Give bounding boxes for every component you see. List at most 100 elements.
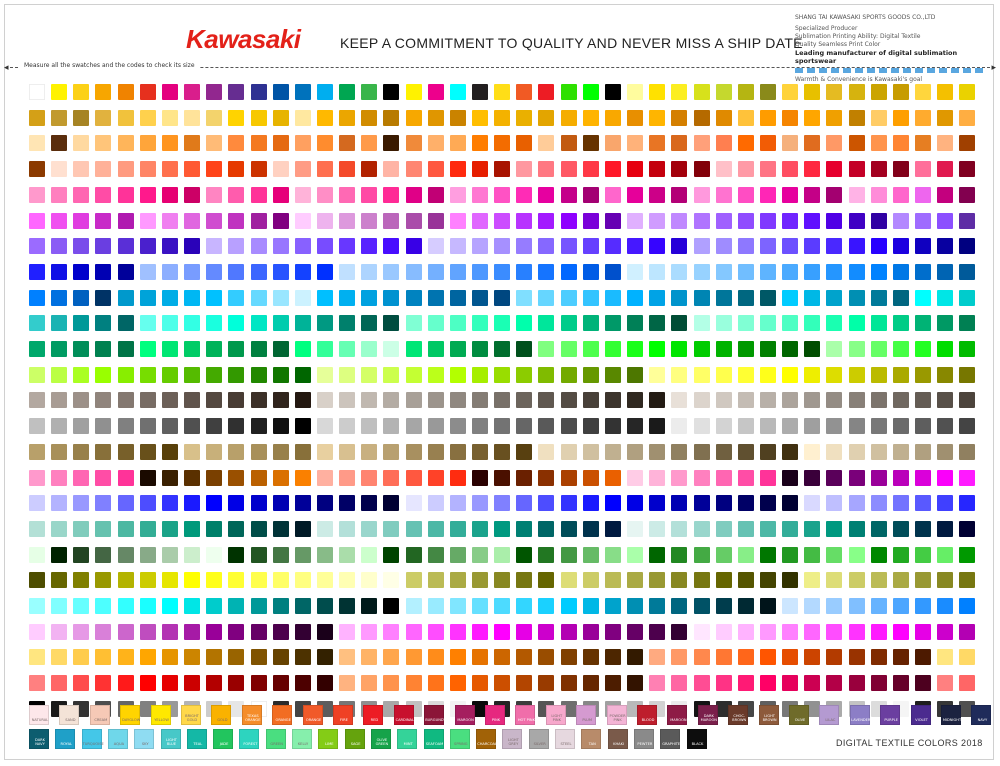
footer-title: DIGITAL TEXTILE COLORS 2018 (836, 738, 983, 748)
legend-swatch: SKY (134, 729, 155, 749)
legend-label: BRIGHT GOLD (185, 714, 199, 722)
legend-swatch: KHAKI (607, 729, 628, 749)
legend-swatch: BLOOD (637, 705, 657, 725)
legend-label: TAN (588, 742, 596, 746)
legend-label: TEAL (193, 742, 203, 746)
legend-swatch: CHARCOAL (476, 729, 497, 749)
legend-swatch: ROYAL (55, 729, 76, 749)
legend-swatch: MAROON (667, 705, 688, 725)
legend-swatch: TURQUOISE (81, 729, 104, 749)
legend-swatch: TAN (581, 729, 602, 749)
legend-swatch: NATURAL (29, 705, 49, 725)
legend-label: POWDER PINK (609, 714, 626, 722)
legend-label: YELLOW (154, 718, 169, 722)
legend-label: STEEL (560, 742, 572, 746)
legend-label: LIGHT BLUE (166, 738, 177, 746)
legend-label: FOREST (243, 742, 258, 746)
legend-swatch: LIGHT PINK (545, 705, 566, 725)
legend-label: SPRING (454, 742, 468, 746)
legend-label: VIOLET (915, 718, 928, 722)
legend-label: NATURAL (31, 718, 49, 722)
legend-swatch: KELLY (292, 729, 312, 749)
color-legend: NATURAL SAND CREAM DAYGLOW YELLOW BRIGHT GOLD… (0, 0, 1000, 766)
legend-label: DAYGLOW (122, 718, 141, 722)
legend-label: CHOC. BROWN (732, 714, 747, 722)
legend-label: BLOOD (641, 718, 655, 722)
legend-swatch: DAYGLOW (120, 705, 140, 725)
legend-swatch: CREAM (89, 705, 110, 725)
legend-swatch: RED (363, 705, 384, 725)
legend-swatch: POWDER PINK (606, 705, 627, 725)
legend-swatch: MAROON (454, 705, 475, 725)
legend-label: SAGE (350, 742, 361, 746)
legend-label: LIGHT PINK (551, 714, 563, 722)
legend-label: JADE (219, 742, 229, 746)
legend-swatch: FIRE (333, 705, 353, 725)
legend-swatch: YELLOW (150, 705, 171, 725)
legend-swatch: BRIGHT GOLD (181, 705, 201, 725)
legend-label: BURGUNDY (425, 718, 446, 722)
legend-label: ROYAL (60, 742, 73, 746)
legend-label: TURQUOISE (82, 742, 104, 746)
legend-label: LIGHT BROWN (762, 714, 777, 722)
legend-swatch: GOLD (211, 705, 232, 725)
legend-label: RED (370, 718, 379, 722)
legend-label: MIDNIGHT (942, 718, 962, 722)
legend-swatch: BLACK (686, 729, 707, 749)
legend-label: PURPLE (884, 718, 899, 722)
legend-swatch: ORANGE (272, 705, 293, 725)
legend-label: LIGHT GREY (508, 738, 519, 746)
legend-swatch: FOREST (239, 729, 260, 749)
legend-swatch: TEXAS ORANGE (241, 705, 262, 725)
legend-label: KHAKI (613, 742, 625, 746)
legend-swatch: LILAC (819, 705, 840, 725)
legend-label: MAROON (457, 718, 474, 722)
legend-label: LIME (325, 742, 334, 746)
legend-label: PEWTER (637, 742, 653, 746)
legend-swatch: PINK (485, 705, 505, 725)
legend-label: GRAPHITE (662, 742, 681, 746)
legend-label: NAVY (977, 718, 988, 722)
legend-label: FIRE (340, 718, 348, 722)
legend-swatch: MIDNIGHT (941, 705, 961, 725)
legend-swatch: OLIVE GREEN (370, 729, 391, 749)
legend-swatch: OLIVE (789, 705, 809, 725)
legend-label: LAVENDER (851, 718, 871, 722)
legend-swatch: LIME (318, 729, 339, 749)
legend-label: TEXAS ORANGE (245, 714, 261, 722)
legend-swatch: CARDINAL (393, 705, 415, 725)
legend-swatch: LAVENDER (849, 705, 871, 725)
legend-swatch: SPRING (449, 729, 470, 749)
legend-label: ORANGE (275, 718, 291, 722)
legend-label: CHARCOAL (477, 742, 497, 746)
legend-swatch: BURGUNDY (424, 705, 446, 725)
legend-label: DARK MAROON (700, 714, 717, 722)
legend-label: ORANGE (305, 718, 322, 722)
legend-label: OLIVE (794, 718, 806, 722)
legend-swatch: VIOLET (910, 705, 931, 725)
legend-swatch: JADE (213, 729, 234, 749)
legend-swatch: TEAL (186, 729, 207, 749)
legend-label: AQUA (113, 742, 125, 746)
legend-label: HOT PINK (517, 718, 535, 722)
legend-label: SKY (141, 742, 149, 746)
legend-label: MINT (403, 742, 413, 746)
legend-swatch: PEWTER (633, 729, 654, 749)
legend-swatch: PURPLE (880, 705, 901, 725)
legend-swatch: NAVY (971, 705, 992, 725)
legend-label: PINK (491, 718, 501, 722)
legend-label: SILVER (533, 742, 546, 746)
legend-label: PLUM (582, 718, 593, 722)
legend-swatch: SILVER (528, 729, 549, 749)
legend-label: LILAC (825, 718, 836, 722)
legend-swatch: SEAFOAM (423, 729, 444, 749)
legend-swatch: ORANGE (302, 705, 323, 725)
legend-swatch: STEEL (555, 729, 575, 749)
legend-swatch: PLUM (576, 705, 597, 725)
legend-label: CARDINAL (395, 718, 415, 722)
legend-swatch: LIGHT BLUE (160, 729, 181, 749)
legend-swatch: LIGHT GREY (502, 729, 523, 749)
legend-swatch: CHOC. BROWN (728, 705, 749, 725)
legend-label: DARK NAVY (34, 738, 46, 746)
legend-swatch: LIGHT BROWN (758, 705, 779, 725)
